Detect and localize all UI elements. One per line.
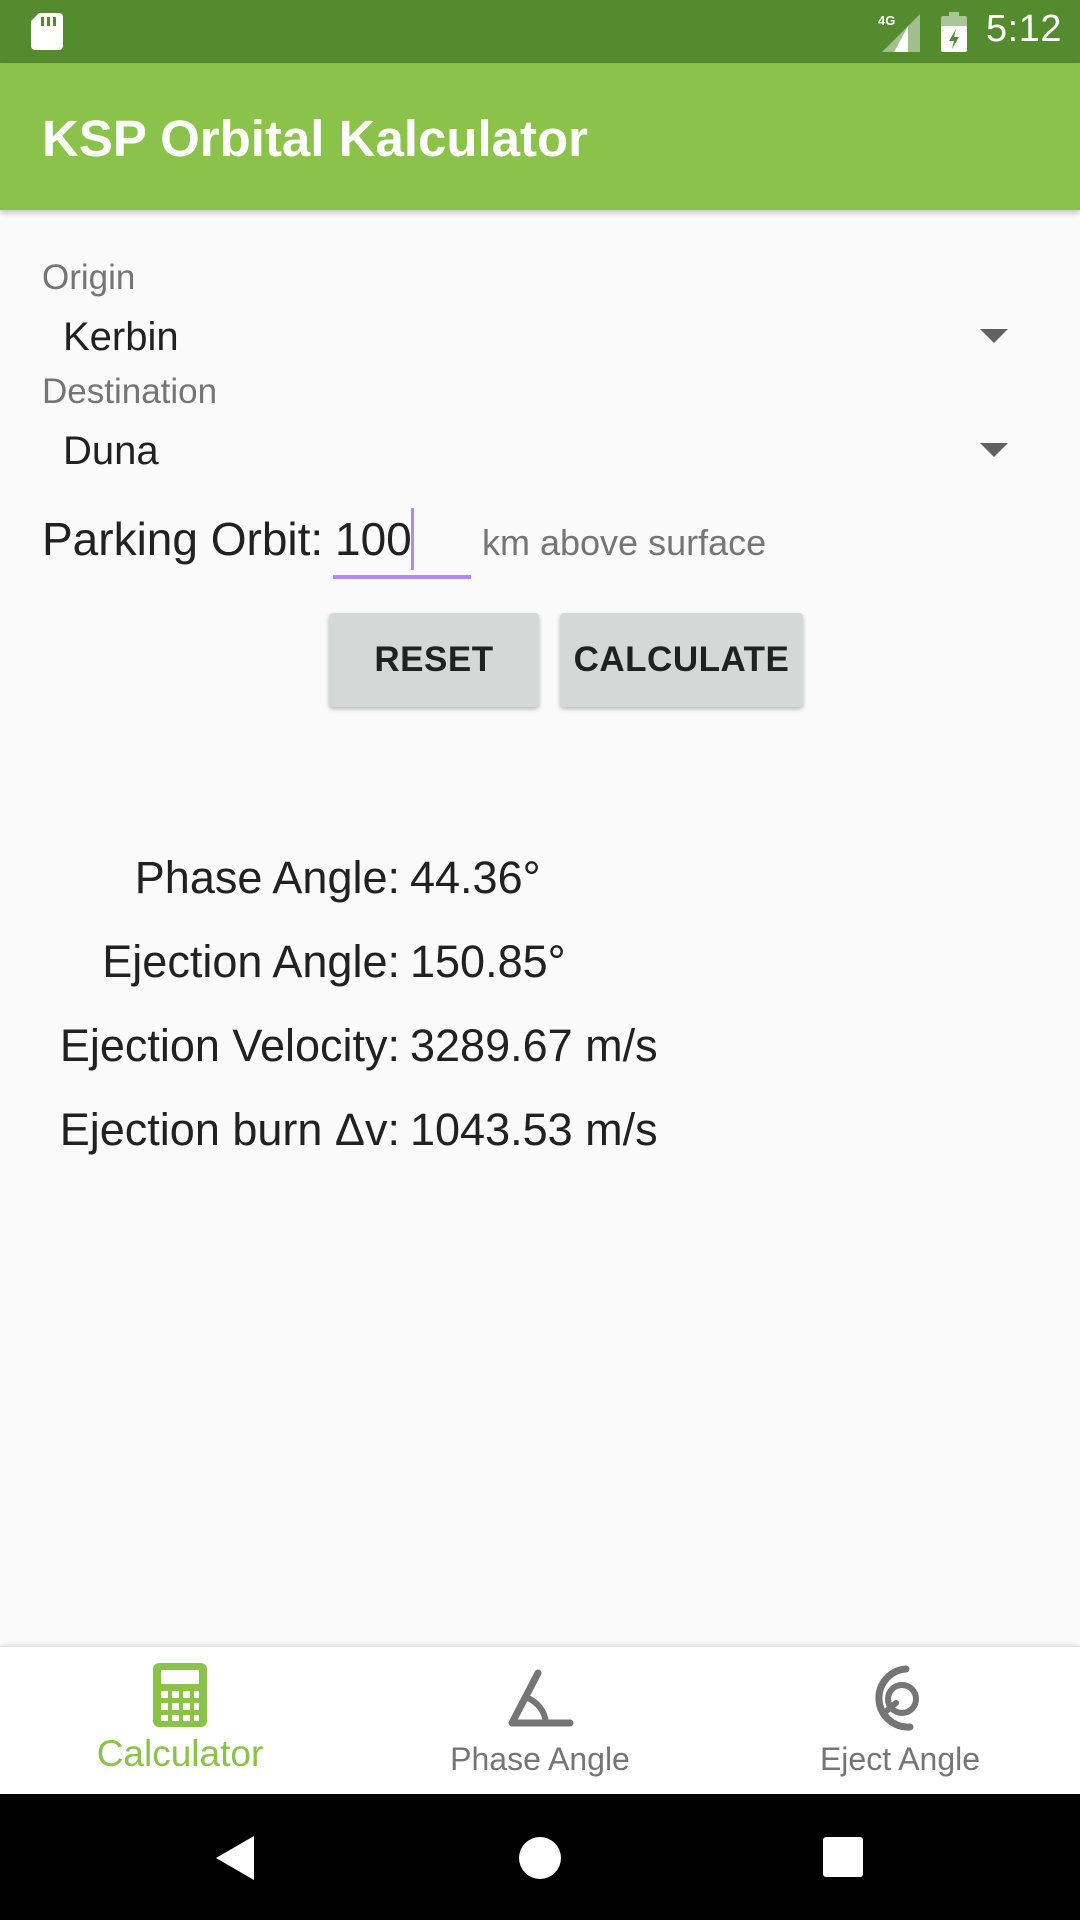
destination-label: Destination <box>42 372 218 411</box>
origin-label: Origin <box>42 258 136 297</box>
parking-orbit-label: Parking Orbit: <box>42 513 324 565</box>
status-bar: 4G 5:12 <box>0 0 1080 63</box>
phase-angle-label: Phase Angle: <box>134 852 400 903</box>
parking-unit-label: km above surface <box>482 522 767 563</box>
ejection-velocity-row: Ejection Velocity: 3289.67 m/s <box>0 1020 1080 1080</box>
nav-label-phase-angle: Phase Angle <box>450 1741 630 1777</box>
status-clock: 5:12 <box>986 8 1062 50</box>
parking-orbit-value: 100 <box>335 513 412 565</box>
app-bar: KSP Orbital Kalculator <box>0 63 1080 210</box>
angle-icon <box>508 1669 574 1727</box>
ejection-burn-row: Ejection burn Δv: 1043.53 m/s <box>0 1104 1080 1164</box>
nav-label-calculator: Calculator <box>96 1733 264 1774</box>
recents-icon[interactable] <box>823 1837 863 1877</box>
reset-button[interactable]: RESET <box>329 613 539 707</box>
calculate-button[interactable]: CALCULATE <box>560 613 803 707</box>
text-cursor <box>411 508 414 570</box>
ejection-angle-label: Ejection Angle: <box>102 936 400 987</box>
battery-icon <box>941 12 967 52</box>
back-icon[interactable] <box>214 1834 256 1882</box>
dropdown-arrow-icon <box>980 329 1008 343</box>
network-type-label: 4G <box>878 13 895 28</box>
ejection-burn-label: Ejection burn Δv: <box>59 1104 400 1155</box>
signal-icon: 4G <box>878 13 920 52</box>
origin-spinner[interactable]: Kerbin <box>42 303 1008 373</box>
nav-item-calculator[interactable]: Calculator <box>0 1647 360 1795</box>
destination-value: Duna <box>63 429 159 473</box>
home-icon[interactable] <box>518 1836 562 1880</box>
calculator-content: Origin Kerbin Destination Duna Parking O… <box>0 210 1080 1646</box>
origin-value: Kerbin <box>63 315 179 359</box>
destination-spinner[interactable]: Duna <box>42 417 1008 487</box>
ejection-velocity-value: 3289.67 m/s <box>410 1020 658 1071</box>
ejection-velocity-label: Ejection Velocity: <box>59 1020 400 1071</box>
dropdown-arrow-icon <box>980 443 1008 457</box>
system-navigation-bar <box>0 1794 1080 1920</box>
nav-label-eject-angle: Eject Angle <box>819 1741 981 1777</box>
parking-orbit-input[interactable]: 100 <box>333 505 471 579</box>
ejection-angle-value: 150.85° <box>410 936 566 987</box>
phase-angle-value: 44.36° <box>410 852 541 903</box>
nav-item-phase-angle[interactable]: Phase Angle <box>360 1647 720 1795</box>
app-title: KSP Orbital Kalculator <box>42 110 589 167</box>
nav-item-eject-angle[interactable]: Eject Angle <box>720 1647 1080 1795</box>
sd-card-icon <box>31 13 63 50</box>
ejection-burn-value: 1043.53 m/s <box>410 1104 658 1155</box>
phase-angle-row: Phase Angle: 44.36° <box>0 852 1080 912</box>
eject-angle-icon <box>875 1665 919 1731</box>
bottom-navigation: Calculator Phase Angle Eject Angle <box>0 1646 1080 1794</box>
ejection-angle-row: Ejection Angle: 150.85° <box>0 936 1080 996</box>
calculator-icon <box>153 1663 207 1727</box>
